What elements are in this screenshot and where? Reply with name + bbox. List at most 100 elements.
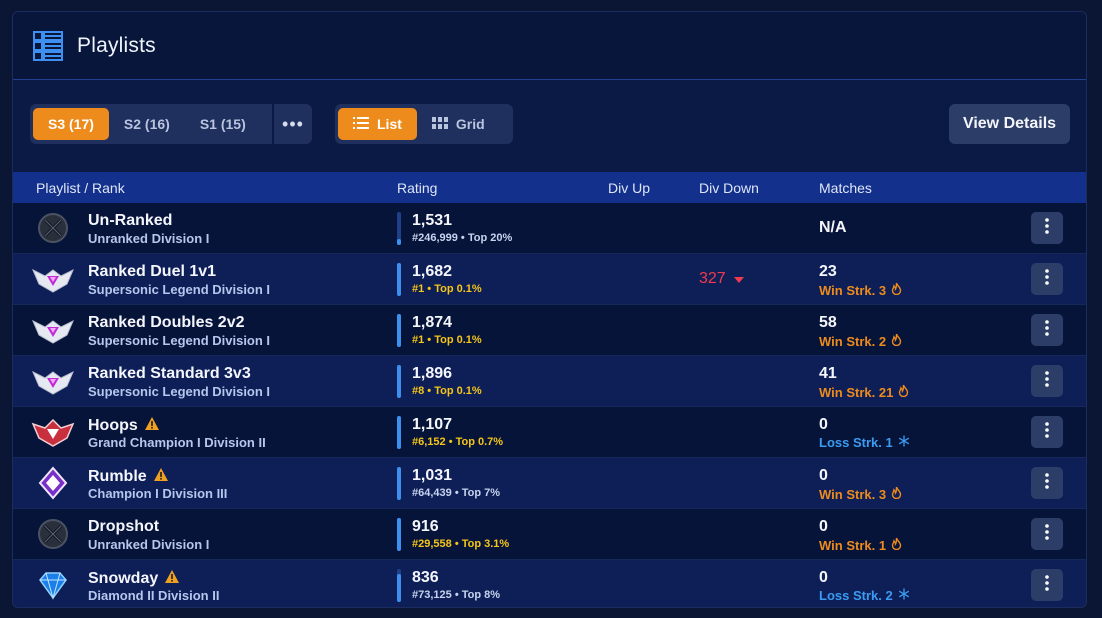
season-tab-s2[interactable]: S2 (16) — [109, 108, 185, 140]
table-row[interactable]: Hoops Grand Champion I Division II 1,107 #6… — [13, 407, 1086, 458]
rating-progress-fill — [397, 467, 401, 500]
list-view-button[interactable]: List — [338, 108, 417, 140]
playlist-name: Rumble — [88, 467, 169, 487]
rating-value: 1,896 — [412, 365, 453, 382]
playlist-icon — [31, 28, 67, 64]
kebab-icon — [1045, 268, 1049, 290]
rating-leaderboard: #8 • Top 0.1% — [412, 385, 482, 397]
streak-label: Win Strk. 2 — [819, 333, 902, 349]
streak-text: Win Strk. 21 — [819, 384, 894, 400]
matches-value: 0 — [819, 569, 828, 586]
playlist-name: Un-Ranked — [88, 212, 172, 230]
rating-progress-bar — [397, 467, 401, 500]
season-tab-s3[interactable]: S3 (17) — [33, 108, 109, 140]
rank-label: Unranked Division I — [88, 537, 210, 552]
rating-leaderboard: #1 • Top 0.1% — [412, 334, 482, 346]
rating-value: 1,682 — [412, 263, 453, 280]
table-row[interactable]: Snowday Diamond II Division II 836 #73,125 … — [13, 560, 1086, 607]
rating-leaderboard: #246,999 • Top 20% — [412, 232, 513, 244]
row-menu-button[interactable] — [1031, 314, 1063, 346]
row-menu-button[interactable] — [1031, 365, 1063, 397]
more-seasons-button[interactable]: ••• — [272, 104, 312, 144]
snowflake-icon — [898, 588, 910, 603]
playlist-name: Snowday — [88, 569, 180, 589]
playlist-name-text: Un-Ranked — [88, 212, 173, 229]
rating-progress-bar — [397, 212, 401, 245]
table-row[interactable]: Rumble Champion I Division III 1,031 #64,43… — [13, 458, 1086, 509]
streak-text: Win Strk. 1 — [819, 537, 887, 553]
row-menu-button[interactable] — [1031, 263, 1063, 295]
supersonic-legend-icon — [31, 364, 75, 398]
table-row[interactable]: Ranked Duel 1v1 Supersonic Legend Divisio… — [13, 254, 1086, 305]
table-row[interactable]: Ranked Doubles 2v2 Supersonic Legend Divi… — [13, 305, 1086, 356]
column-header-rating: Rating — [397, 180, 438, 196]
row-menu-button[interactable] — [1031, 416, 1063, 448]
playlist-name-text: Ranked Duel 1v1 — [88, 263, 217, 280]
rating-progress-bar — [397, 416, 401, 449]
table-row[interactable]: Ranked Standard 3v3 Supersonic Legend Div… — [13, 356, 1086, 407]
rating-progress-fill — [397, 263, 401, 296]
flame-icon — [891, 537, 902, 553]
flame-icon — [891, 486, 902, 502]
rating-progress-bar — [397, 263, 401, 296]
streak-text: Win Strk. 3 — [819, 486, 887, 502]
warning-icon — [144, 416, 160, 436]
streak-label: Win Strk. 21 — [819, 384, 909, 400]
matches-value: 58 — [819, 314, 837, 331]
rank-label: Diamond II Division II — [88, 588, 220, 603]
row-menu-button[interactable] — [1031, 212, 1063, 244]
playlist-name: Ranked Duel 1v1 — [88, 263, 216, 281]
rating-progress-fill — [397, 518, 401, 551]
flame-icon — [891, 333, 902, 349]
div-down-value: 327 — [699, 270, 744, 288]
playlist-name: Ranked Standard 3v3 — [88, 365, 251, 383]
matches-value: N/A — [819, 219, 847, 236]
flame-icon — [898, 384, 909, 400]
streak-label: Win Strk. 3 — [819, 282, 902, 298]
playlists-panel: Playlists S3 (17) S2 (16) S1 (15) ••• Li… — [12, 11, 1087, 608]
rank-label: Supersonic Legend Division I — [88, 333, 271, 348]
flame-icon — [891, 282, 902, 298]
season-tab-s1[interactable]: S1 (15) — [185, 108, 261, 140]
column-header-div-up: Div Up — [608, 180, 651, 196]
playlist-name-text: Snowday — [88, 570, 159, 587]
grand-champion-icon — [31, 415, 75, 449]
page-title: Playlists — [77, 33, 156, 57]
kebab-icon — [1045, 523, 1049, 545]
rating-value: 1,531 — [412, 212, 453, 229]
rating-progress-fill — [397, 365, 401, 398]
table-row[interactable]: Un-Ranked Unranked Division I 1,531 #246,99… — [13, 203, 1086, 254]
rating-value: 1,874 — [412, 314, 453, 331]
caret-down-icon — [733, 270, 744, 288]
column-header-matches: Matches — [819, 180, 872, 196]
kebab-icon — [1045, 319, 1049, 341]
list-view-label: List — [377, 116, 402, 132]
rating-value: 836 — [412, 569, 439, 586]
rank-label: Champion I Division III — [88, 486, 228, 501]
playlist-table-body: Un-Ranked Unranked Division I 1,531 #246,99… — [13, 203, 1086, 607]
row-menu-button[interactable] — [1031, 569, 1063, 601]
view-details-button[interactable]: View Details — [949, 104, 1070, 144]
playlist-name-text: Rumble — [88, 468, 147, 485]
table-row[interactable]: Dropshot Unranked Division I 916 #29,558 • … — [13, 509, 1086, 560]
toolbar: S3 (17) S2 (16) S1 (15) ••• List Grid Vi… — [13, 80, 1086, 172]
column-header-div-down: Div Down — [699, 180, 759, 196]
rating-progress-fill — [397, 239, 401, 245]
rating-leaderboard: #64,439 • Top 7% — [412, 487, 501, 499]
panel-header: Playlists — [13, 12, 1086, 80]
playlist-name: Ranked Doubles 2v2 — [88, 314, 245, 332]
snowflake-icon — [898, 435, 910, 450]
grid-view-button[interactable]: Grid — [417, 108, 500, 140]
matches-value: 0 — [819, 518, 828, 535]
rating-leaderboard: #6,152 • Top 0.7% — [412, 436, 504, 448]
warning-icon — [164, 569, 180, 589]
kebab-icon — [1045, 217, 1049, 239]
playlist-name: Hoops — [88, 416, 160, 436]
kebab-icon — [1045, 370, 1049, 392]
row-menu-button[interactable] — [1031, 518, 1063, 550]
streak-text: Win Strk. 3 — [819, 282, 887, 298]
matches-value: 0 — [819, 467, 828, 484]
list-icon — [353, 116, 369, 132]
rank-label: Unranked Division I — [88, 231, 210, 246]
row-menu-button[interactable] — [1031, 467, 1063, 499]
